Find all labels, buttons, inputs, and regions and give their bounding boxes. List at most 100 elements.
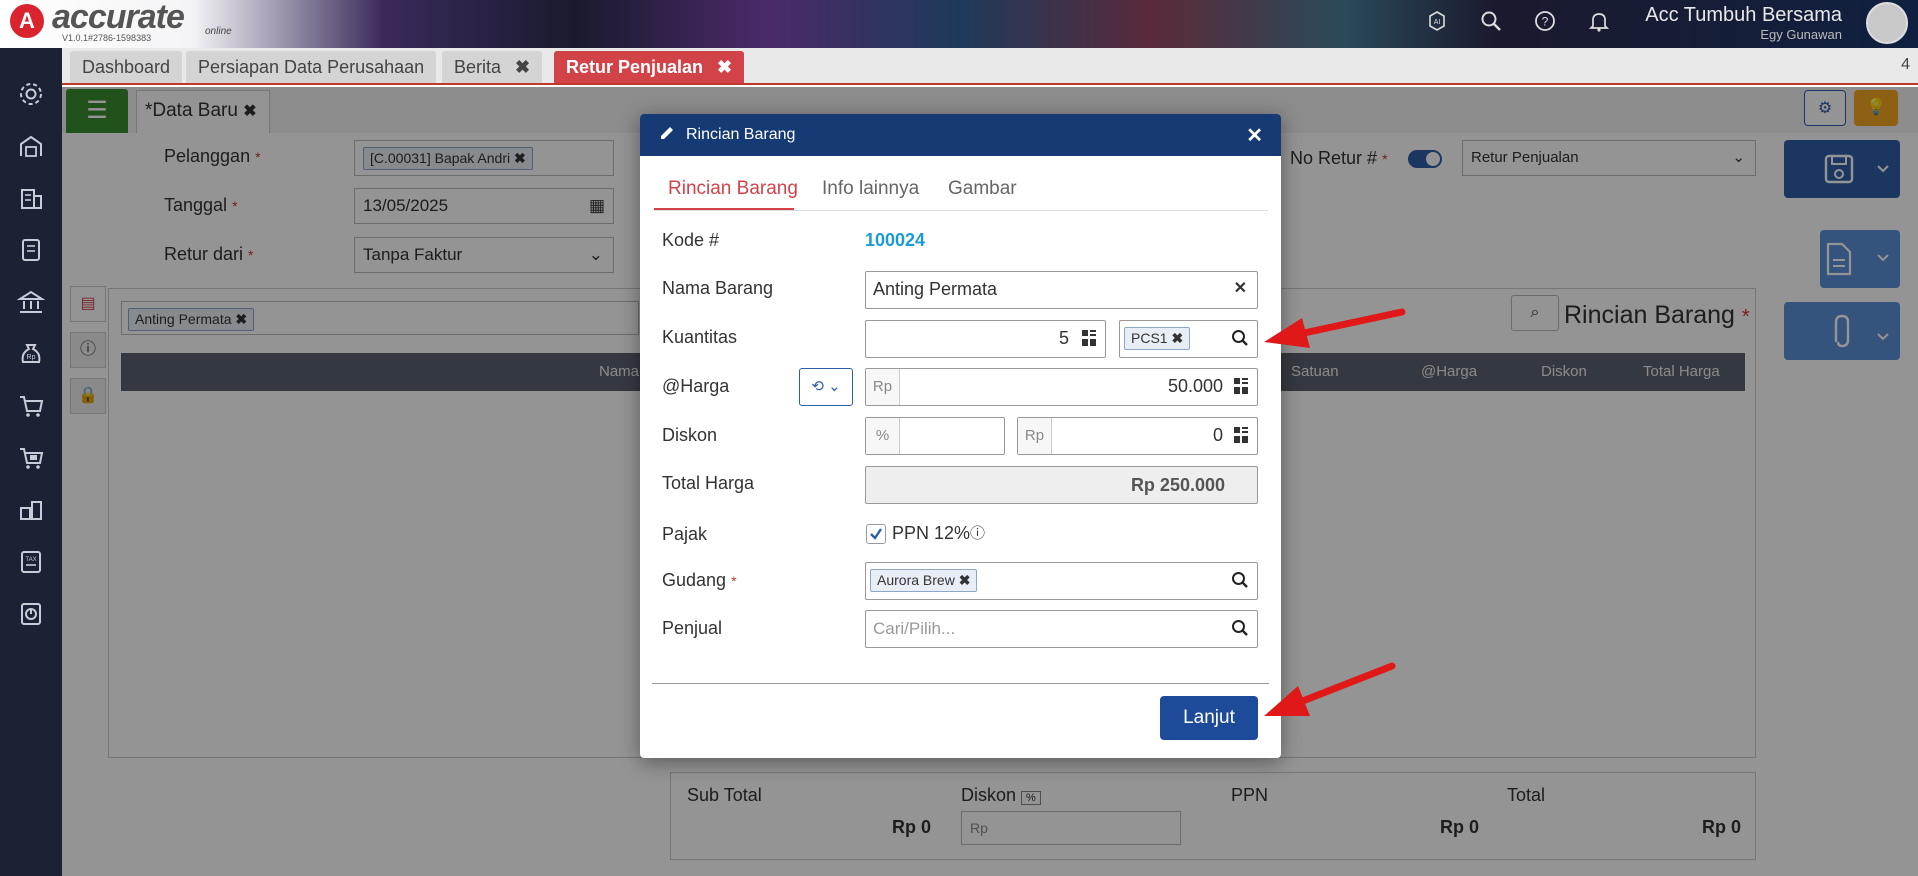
help-icon[interactable]: ? xyxy=(1532,10,1558,36)
tab-strip: Dashboard Persiapan Data Perusahaan Beri… xyxy=(62,48,1918,85)
history-icon: ⟲ xyxy=(811,378,824,395)
rp-prefix: Rp xyxy=(866,369,900,405)
tab-berita[interactable]: Berita ✖ xyxy=(442,51,543,83)
gudang-chip-text: Aurora Brew xyxy=(877,572,955,588)
kode-value[interactable]: 100024 xyxy=(865,230,925,251)
modal-tab-info[interactable]: Info lainnya xyxy=(822,178,919,200)
nama-barang-field[interactable]: Anting Permata ✕ xyxy=(865,271,1258,309)
gudang-label-text: Gudang xyxy=(662,570,727,590)
user-name: Egy Gunawan xyxy=(1760,27,1842,42)
diskon-label: Diskon xyxy=(662,425,718,445)
app-logo-text: accurate xyxy=(52,0,185,36)
bank-icon[interactable] xyxy=(14,288,48,322)
modal-tab-gambar[interactable]: Gambar xyxy=(948,178,1017,200)
svg-text:?: ? xyxy=(1542,15,1549,29)
tab-label: Dashboard xyxy=(82,57,171,77)
info-icon[interactable]: ⓘ xyxy=(970,522,985,543)
total-harga-field: Rp 250.000 xyxy=(865,466,1258,504)
ppn-checkbox[interactable] xyxy=(866,524,886,544)
svg-text:AI: AI xyxy=(1434,19,1441,26)
tab-divider xyxy=(654,210,1268,211)
penjual-placeholder: Cari/Pilih... xyxy=(873,619,956,638)
gudang-chip: Aurora Brew ✖ xyxy=(870,569,978,592)
annotation-arrow-kuantitas xyxy=(1264,308,1406,348)
nama-barang-value: Anting Permata xyxy=(873,279,998,299)
notification-bell-icon[interactable] xyxy=(1586,10,1612,36)
unit-chip-text: PCS1 xyxy=(1131,330,1168,346)
gudang-field[interactable]: Aurora Brew ✖ xyxy=(865,562,1258,600)
app-logo-subtext: online xyxy=(205,26,232,37)
clear-icon[interactable]: ✕ xyxy=(1234,278,1247,298)
required-mark: * xyxy=(731,573,737,589)
harga-field[interactable]: Rp 50.000 xyxy=(865,368,1258,406)
diskon-percent-field[interactable]: % xyxy=(865,417,1005,455)
report-chart-icon[interactable] xyxy=(14,600,48,634)
tab-persiapan-data[interactable]: Persiapan Data Perusahaan xyxy=(186,51,437,83)
percent-prefix: % xyxy=(866,418,900,454)
tab-label: Berita xyxy=(454,57,502,77)
app-version: V1.0.1#2786-1598383 xyxy=(62,33,152,43)
close-icon[interactable]: ✕ xyxy=(1246,123,1263,148)
percent-prefix-text: % xyxy=(875,427,890,444)
chevron-down-icon: ⌄ xyxy=(828,378,841,395)
sales-cart-icon[interactable] xyxy=(14,444,48,478)
annotation-arrow-lanjut xyxy=(1264,662,1396,716)
rp-prefix: Rp xyxy=(1018,418,1052,454)
diskon-value: 0 xyxy=(1212,425,1223,445)
close-icon[interactable]: ✖ xyxy=(717,57,732,77)
tab-count[interactable]: 4 xyxy=(1901,56,1910,74)
modal-title: Rincian Barang xyxy=(686,126,796,143)
price-history-button[interactable]: ⟲ ⌄ xyxy=(799,368,853,406)
calculator-icon[interactable] xyxy=(1081,329,1097,346)
settings-gear-icon[interactable] xyxy=(14,80,48,114)
diskon-amount-field[interactable]: Rp 0 xyxy=(1017,417,1258,455)
close-icon[interactable]: ✖ xyxy=(515,57,530,77)
company-name[interactable]: Acc Tumbuh Bersama xyxy=(1645,4,1842,27)
modal-header: Rincian Barang ✕ xyxy=(640,114,1281,156)
tax-icon[interactable]: TAX xyxy=(14,548,48,582)
search-icon[interactable] xyxy=(1231,329,1249,347)
total-harga-value: Rp 250.000 xyxy=(1130,475,1225,495)
accurate-logo-icon: A xyxy=(10,4,44,38)
nama-barang-label: Nama Barang xyxy=(662,278,774,298)
cash-bag-icon[interactable]: Rp xyxy=(14,340,48,374)
search-icon[interactable] xyxy=(1478,10,1504,36)
kuantitas-value: 5 xyxy=(1058,328,1069,348)
lanjut-button[interactable]: Lanjut xyxy=(1160,696,1258,740)
warehouse-icon[interactable] xyxy=(14,132,48,166)
harga-label: @Harga xyxy=(662,376,730,396)
search-icon[interactable] xyxy=(1231,571,1249,589)
unit-chip: PCS1 ✖ xyxy=(1124,327,1191,350)
top-bar: A accurate online V1.0.1#2786-1598383 AI… xyxy=(0,0,1918,48)
satuan-field[interactable]: PCS1 ✖ xyxy=(1119,320,1258,358)
search-icon[interactable] xyxy=(1231,619,1249,637)
gudang-label: Gudang * xyxy=(662,570,737,591)
penjual-field[interactable]: Cari/Pilih... xyxy=(865,610,1258,648)
ledger-book-icon[interactable] xyxy=(14,236,48,270)
pencil-icon xyxy=(658,124,676,147)
kode-label: Kode # xyxy=(662,230,720,250)
modal-tab-rincian[interactable]: Rincian Barang xyxy=(668,178,798,200)
calculator-icon[interactable] xyxy=(1233,377,1249,394)
ai-assistant-icon[interactable]: AI xyxy=(1424,10,1450,36)
sidebar: Rp TAX xyxy=(0,48,62,876)
svg-text:TAX: TAX xyxy=(25,557,36,563)
total-harga-label: Total Harga xyxy=(662,473,755,493)
calculator-icon[interactable] xyxy=(1233,426,1249,443)
rp-prefix-text: Rp xyxy=(1024,427,1045,444)
purchase-cart-icon[interactable] xyxy=(14,392,48,426)
ppn-checkbox-label: PPN 12% xyxy=(892,523,971,543)
kuantitas-label: Kuantitas xyxy=(662,327,738,347)
svg-text:Rp: Rp xyxy=(27,354,36,361)
user-avatar[interactable] xyxy=(1866,2,1908,44)
company-building-icon[interactable] xyxy=(14,184,48,218)
tab-dashboard[interactable]: Dashboard xyxy=(70,51,183,83)
penjual-label: Penjual xyxy=(662,618,723,638)
harga-value: 50.000 xyxy=(1167,376,1223,396)
tab-retur-penjualan[interactable]: Retur Penjualan ✖ xyxy=(554,51,745,83)
close-icon[interactable]: ✖ xyxy=(959,572,971,588)
pajak-label: Pajak xyxy=(662,524,708,544)
close-icon[interactable]: ✖ xyxy=(1171,330,1183,346)
kuantitas-field[interactable]: 5 xyxy=(865,320,1106,358)
inventory-icon[interactable] xyxy=(14,496,48,530)
